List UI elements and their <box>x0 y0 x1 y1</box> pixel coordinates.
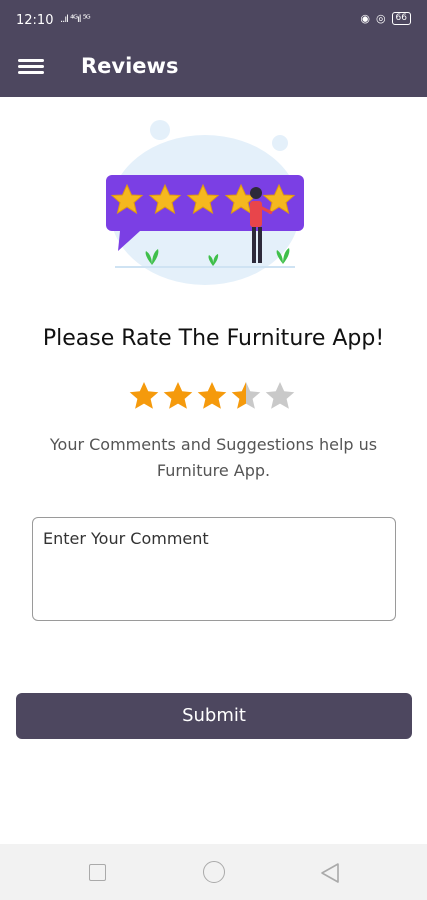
app-bar: Reviews <box>0 40 427 97</box>
star-2-icon[interactable] <box>163 381 193 411</box>
alarm-icon: ◎ <box>375 12 386 25</box>
status-bar: 12:10 ..ıl ⁴ᴳıl ⁵ᴳ ◉ ◎ 66 <box>0 0 427 40</box>
submit-button[interactable]: Submit <box>16 693 412 739</box>
recent-apps-square-icon[interactable] <box>89 864 106 881</box>
home-circle-icon[interactable] <box>203 861 225 883</box>
rating-illustration <box>100 115 310 305</box>
rate-heading: Please Rate The Furniture App! <box>42 326 385 351</box>
status-icons: ◉ ◎ 66 <box>360 12 411 25</box>
hamburger-menu-icon[interactable] <box>18 56 44 80</box>
star-rating[interactable] <box>129 381 295 411</box>
comment-input[interactable]: Enter Your Comment <box>32 517 396 621</box>
back-triangle-icon[interactable] <box>320 862 340 884</box>
star-3-icon[interactable] <box>197 381 227 411</box>
description-text: Your Comments and Suggestions help us Fu… <box>49 435 378 480</box>
star-4-icon[interactable] <box>231 381 261 411</box>
page-title: Reviews <box>81 54 179 78</box>
battery-icon: 66 <box>391 12 411 25</box>
comment-placeholder: Enter Your Comment <box>43 529 209 548</box>
star-1-icon[interactable] <box>129 381 159 411</box>
star-5-icon[interactable] <box>265 381 295 411</box>
system-nav-bar <box>0 844 427 900</box>
eye-icon: ◉ <box>360 12 370 25</box>
status-time: 12:10 <box>16 13 54 28</box>
signal-icon: ..ıl ⁴ᴳıl ⁵ᴳ <box>60 14 91 25</box>
